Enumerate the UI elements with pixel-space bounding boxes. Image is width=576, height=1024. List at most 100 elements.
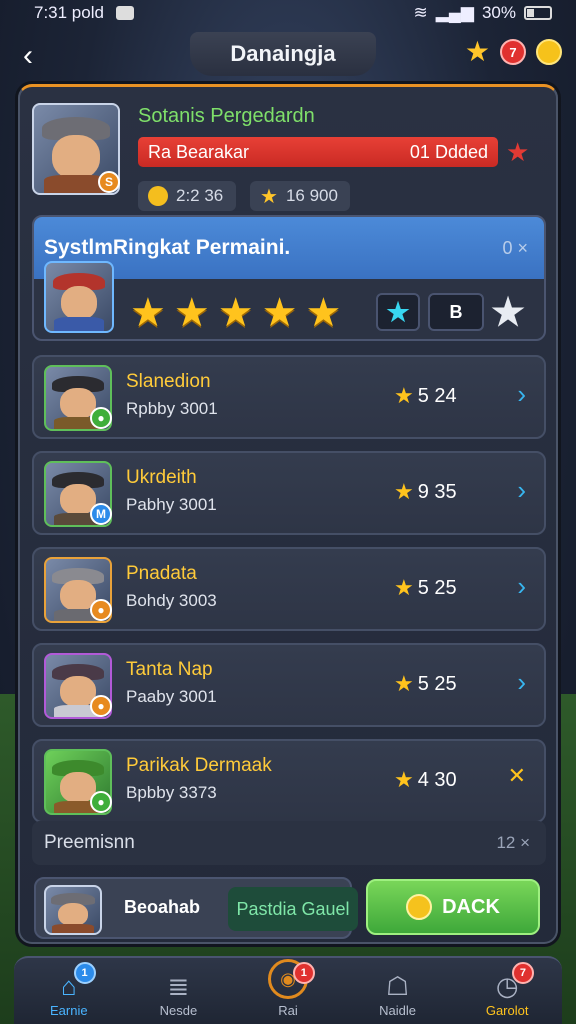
battery-icon bbox=[524, 6, 552, 20]
chevron-right-icon[interactable]: › bbox=[517, 667, 526, 698]
nav-item-stack[interactable]: ≣ Nesde bbox=[124, 958, 234, 1024]
notification-icon bbox=[115, 6, 134, 20]
profile-badge: S bbox=[98, 171, 120, 193]
chevron-right-icon[interactable]: › bbox=[517, 475, 526, 506]
star-icon: ★ bbox=[394, 671, 414, 696]
player-sub: Bpbby 3373 bbox=[126, 783, 217, 802]
star-icon: ★ bbox=[386, 296, 410, 327]
premium-bar[interactable]: Preemisnn 12 × bbox=[32, 821, 546, 865]
coin-icon bbox=[406, 894, 433, 920]
player-name: Ukrdeith bbox=[126, 467, 197, 488]
nav-badge: 1 bbox=[292, 962, 315, 984]
nav-item-profile[interactable]: ☖ Naidle bbox=[343, 958, 453, 1024]
player-sub: Paaby 3001 bbox=[126, 687, 217, 706]
crossed-swords-icon[interactable]: ✕ bbox=[508, 763, 526, 789]
nav-label: Nesde bbox=[159, 1003, 198, 1018]
player-profile: S Sotanis Pergedardn Ra Bearakar 01 Ddde… bbox=[32, 101, 548, 211]
player-name: Pnadata bbox=[126, 563, 197, 584]
back-button[interactable]: ‹ bbox=[0, 34, 56, 78]
coins-value: 2:2 36 bbox=[176, 186, 224, 205]
nav-label: Garolot bbox=[485, 1003, 529, 1018]
nav-label: Earnie bbox=[50, 1003, 88, 1018]
status-time: 7:31 pold bbox=[34, 3, 104, 22]
ranking-close[interactable]: 0 × bbox=[502, 238, 528, 259]
star-icon: ★ bbox=[261, 291, 298, 335]
star-outline-icon: ★ bbox=[490, 291, 526, 334]
list-item[interactable]: ● Tanta Nap Paaby 3001 ★ 5 25 › bbox=[32, 643, 546, 727]
progress-label: Ra Bearakar bbox=[148, 141, 250, 162]
list-item[interactable]: M Ukrdeith Pabhy 3001 ★ 9 35 › bbox=[32, 451, 546, 535]
bottom-name: Beoahab bbox=[124, 897, 201, 917]
star-icon: ★ bbox=[173, 291, 210, 335]
b-button[interactable]: B bbox=[428, 293, 484, 331]
premium-count: 12 × bbox=[496, 833, 530, 852]
list-item[interactable]: ● Parikak Dermaak Bpbby 3373 ★ 4 30 ✕ bbox=[32, 739, 546, 823]
green-tab-button[interactable]: Pastdia Gauel bbox=[228, 887, 358, 931]
notification-badge[interactable]: 7 bbox=[500, 39, 526, 65]
back-action-label: DACK bbox=[442, 895, 500, 918]
layers-icon: ≣ bbox=[167, 971, 190, 1001]
ranking-avatar bbox=[44, 261, 114, 333]
ranking-title: SystlmRingkat Permaini. bbox=[44, 236, 291, 259]
user-icon: ☖ bbox=[385, 971, 410, 1001]
stars-stat: ★ 16 900 bbox=[250, 181, 350, 211]
player-sub: Bohdy 3003 bbox=[126, 591, 217, 610]
battery-percent: 30% bbox=[481, 3, 516, 22]
player-score: 9 35 bbox=[417, 480, 457, 503]
coin-icon[interactable] bbox=[536, 39, 562, 65]
star-icon: ★ bbox=[394, 479, 414, 504]
nav-badge: 7 bbox=[511, 962, 534, 984]
nav-item-home[interactable]: 1 ⌂ Earnie bbox=[14, 958, 124, 1024]
stars-value: 16 900 bbox=[285, 186, 338, 205]
nav-label: Naidle bbox=[379, 1003, 416, 1018]
player-name: Slanedion bbox=[126, 371, 211, 392]
star-icon: ★ bbox=[394, 383, 414, 408]
nav-item-center[interactable]: 1 ◉ Rai bbox=[233, 958, 343, 1024]
rating-stars: ★ ★ ★ ★ ★ bbox=[130, 293, 341, 333]
main-panel: S Sotanis Pergedardn Ra Bearakar 01 Ddde… bbox=[18, 84, 558, 944]
ranking-card: SystlmRingkat Permaini. 0 × ★ ★ ★ ★ ★ ★ … bbox=[32, 215, 546, 341]
player-score: 5 24 bbox=[417, 384, 457, 407]
status-bar: 7:31 pold ≋ ▂▄▆ 30% bbox=[0, 0, 576, 26]
player-badge: ● bbox=[90, 599, 112, 621]
player-score: 4 30 bbox=[417, 768, 457, 791]
bottom-avatar bbox=[44, 885, 102, 935]
list-item[interactable]: ● Slanedion Rpbby 3001 ★ 5 24 › bbox=[32, 355, 546, 439]
chevron-left-icon: ‹ bbox=[23, 39, 33, 72]
star-icon: ★ bbox=[394, 767, 414, 792]
nav-badge: 1 bbox=[73, 962, 96, 984]
player-name: Parikak Dermaak bbox=[126, 755, 272, 776]
player-badge: ● bbox=[90, 791, 112, 813]
nav-item-clock[interactable]: 7 ◷ Garolot bbox=[452, 958, 562, 1024]
signal-icon: ▂▄▆ bbox=[435, 3, 474, 22]
list-item[interactable]: ● Pnadata Bohdy 3003 ★ 5 25 › bbox=[32, 547, 546, 631]
player-name: Tanta Nap bbox=[126, 659, 213, 680]
player-badge: ● bbox=[90, 695, 112, 717]
player-badge: M bbox=[90, 503, 112, 525]
nav-label: Rai bbox=[278, 1003, 298, 1018]
progress-value: 01 Ddded bbox=[409, 141, 488, 162]
star-icon: ★ bbox=[130, 291, 166, 335]
wifi-icon: ≋ bbox=[413, 3, 428, 22]
premium-label: Preemisnn bbox=[44, 832, 135, 853]
star-icon[interactable]: ★ bbox=[465, 38, 490, 66]
progress-bar: Ra Bearakar 01 Ddded bbox=[138, 137, 498, 167]
back-action-button[interactable]: DACK bbox=[366, 879, 540, 935]
page-title: Danaingja bbox=[190, 32, 376, 76]
chevron-right-icon[interactable]: › bbox=[517, 571, 526, 602]
top-bar: ‹ Danaingja ★ 7 bbox=[0, 30, 576, 82]
player-score: 5 25 bbox=[417, 672, 457, 695]
star-filter-button[interactable]: ★ bbox=[376, 293, 420, 331]
coin-icon bbox=[148, 186, 168, 206]
star-icon: ★ bbox=[506, 137, 530, 167]
star-icon: ★ bbox=[260, 185, 278, 208]
profile-name: Sotanis Pergedardn bbox=[138, 105, 315, 127]
bottom-nav: 1 ⌂ Earnie ≣ Nesde 1 ◉ Rai ☖ Naidle 7 ◷ … bbox=[14, 956, 562, 1024]
coins-stat: 2:2 36 bbox=[138, 181, 236, 211]
star-icon: ★ bbox=[305, 291, 342, 335]
player-badge: ● bbox=[90, 407, 112, 429]
chevron-right-icon[interactable]: › bbox=[517, 379, 526, 410]
player-score: 5 25 bbox=[417, 576, 457, 599]
favorite-button[interactable]: ★ bbox=[486, 292, 530, 334]
star-icon: ★ bbox=[217, 291, 254, 335]
